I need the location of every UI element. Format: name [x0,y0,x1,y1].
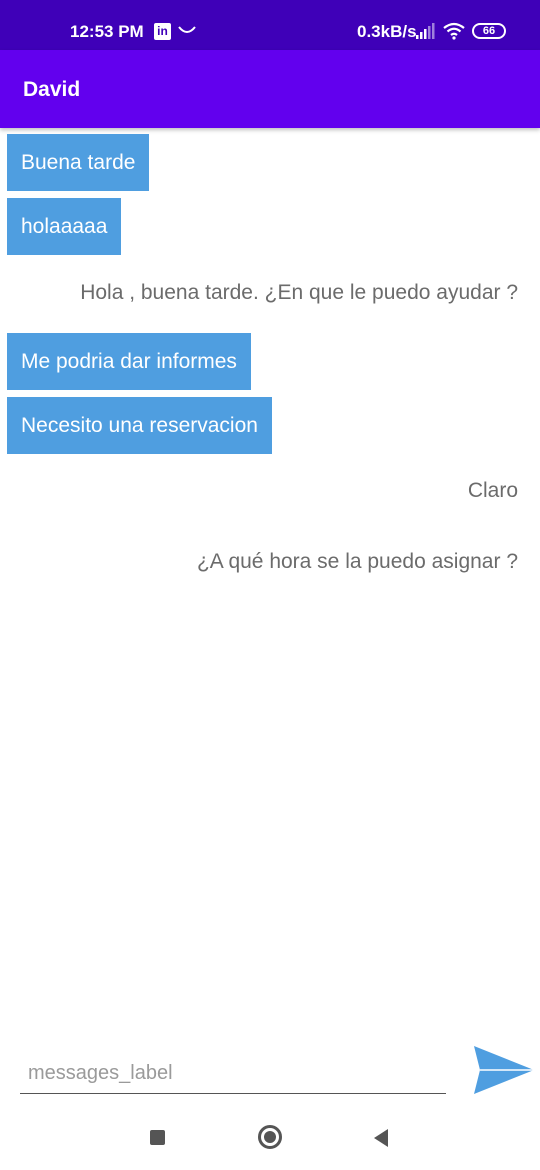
sent-message[interactable]: Buena tarde [7,134,150,191]
status-time: 12:53 PM [70,22,144,41]
home-button[interactable] [258,1125,282,1149]
back-button[interactable] [372,1128,390,1148]
status-bar: 12:53 PM in 0.3kB/s 66 [0,0,540,50]
received-message[interactable]: Claro [468,476,518,506]
network-speed: 0.3kB/s [357,22,417,41]
notification-wave-icon [178,26,196,33]
sent-message[interactable]: Me podria dar informes [7,333,251,390]
signal-icon [416,23,435,39]
message-composer [0,1040,540,1100]
received-message[interactable]: ¿A qué hora se la puedo asignar ? [197,547,518,577]
message-input[interactable] [20,1054,446,1094]
sent-message[interactable]: holaaaaa [7,198,122,255]
sent-message[interactable]: Necesito una reservacion [7,397,272,454]
send-icon[interactable] [472,1044,536,1096]
wifi-icon [443,22,465,40]
received-message[interactable]: Hola , buena tarde. ¿En que le puedo ayu… [80,278,518,308]
battery-icon: 66 [472,23,506,39]
linkedin-icon: in [154,23,171,40]
app-bar: David [0,50,540,128]
contact-name-title: David [23,78,81,101]
system-nav-bar [0,1112,540,1170]
recents-button[interactable] [150,1130,165,1145]
chat-screen: 12:53 PM in 0.3kB/s 66 David Buena tarde… [0,0,540,1170]
